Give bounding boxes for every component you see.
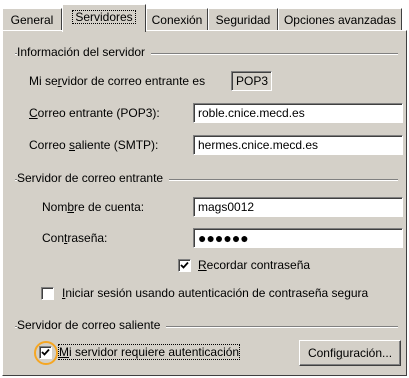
incoming-server-group-title: Servidor de correo entrante (17, 171, 170, 185)
server-requires-auth-label-access-key: M (59, 345, 69, 359)
server-requires-auth-label-part: i servidor requiere autenticación (69, 345, 240, 359)
outgoing-server-input[interactable]: hermes.cnice.mecd.es (193, 135, 403, 155)
settings-button-label-part: uración... (342, 346, 393, 360)
secure-password-auth-checkbox[interactable] (41, 287, 54, 300)
outgoing-server-label-part: aliente (SMTP): (75, 138, 159, 152)
tab-servidores-label: Servidores (72, 10, 136, 24)
settings-button-label-access-key: g (335, 346, 343, 360)
tab-opciones-avanzadas[interactable]: Opciones avanzadas (278, 8, 402, 30)
outgoing-server-label-part: Correo (29, 138, 70, 152)
account-name-input[interactable]: mags0012 (193, 197, 403, 217)
remember-password-label-part: ecordar contraseña (206, 258, 311, 272)
tab-conexion-label: Conexión (151, 13, 203, 27)
tab-seguridad[interactable]: Seguridad (208, 8, 278, 30)
servers-tab-panel: Información del servidor Mi servidor de … (2, 30, 407, 376)
secure-password-auth-label[interactable]: Iniciar sesión usando autenticación de c… (62, 286, 368, 300)
outgoing-server-group-title: Servidor de correo saliente (17, 318, 167, 332)
outgoing-server-label: Correo saliente (SMTP): (29, 138, 158, 152)
password-input[interactable]: ●●●●●● (193, 228, 403, 248)
check-icon (180, 261, 189, 269)
server-info-group-title: Información del servidor (17, 45, 152, 59)
account-name-label: Nombre de cuenta: (42, 200, 144, 214)
tab-servidores[interactable]: Servidores (62, 4, 146, 32)
tab-general[interactable]: General (2, 8, 62, 30)
remember-password-label-access-key: R (198, 258, 207, 272)
settings-button[interactable]: Configuración... (299, 340, 401, 366)
incoming-type-label-part: vidor de correo entrante es (61, 74, 206, 88)
server-requires-auth-label[interactable]: Mi servidor requiere autenticación (57, 344, 241, 360)
incoming-server-label-part: orreo entrante (POP3): (37, 106, 160, 120)
incoming-server-input[interactable]: roble.cnice.mecd.es (193, 103, 403, 123)
incoming-server-label: Correo entrante (POP3): (29, 106, 160, 120)
secure-password-auth-label-part: niciar sesión usando autenticación de co… (65, 286, 369, 300)
account-name-label-part: Nom (42, 200, 68, 214)
account-name-label-part: re de cuenta: (74, 200, 145, 214)
server-requires-auth-checkbox[interactable] (39, 346, 52, 359)
tab-conexion[interactable]: Conexión (146, 8, 208, 30)
password-label: Contraseña: (42, 231, 107, 245)
incoming-server-label-access-key: C (29, 106, 38, 120)
check-icon (41, 348, 50, 356)
tab-seguridad-label: Seguridad (215, 13, 271, 27)
remember-password-checkbox[interactable] (178, 259, 191, 272)
incoming-type-label-part: Mi se (29, 74, 58, 88)
password-label-part: raseña: (67, 231, 108, 245)
remember-password-label[interactable]: Recordar contraseña (198, 258, 310, 272)
settings-button-label-part: Confi (307, 346, 336, 360)
incoming-type-field: POP3 (231, 71, 272, 91)
password-label-part: Con (42, 231, 65, 245)
tab-general-label: General (10, 13, 54, 27)
tab-opciones-avanzadas-label: Opciones avanzadas (283, 13, 397, 27)
incoming-type-label: Mi servidor de correo entrante es (29, 74, 205, 88)
